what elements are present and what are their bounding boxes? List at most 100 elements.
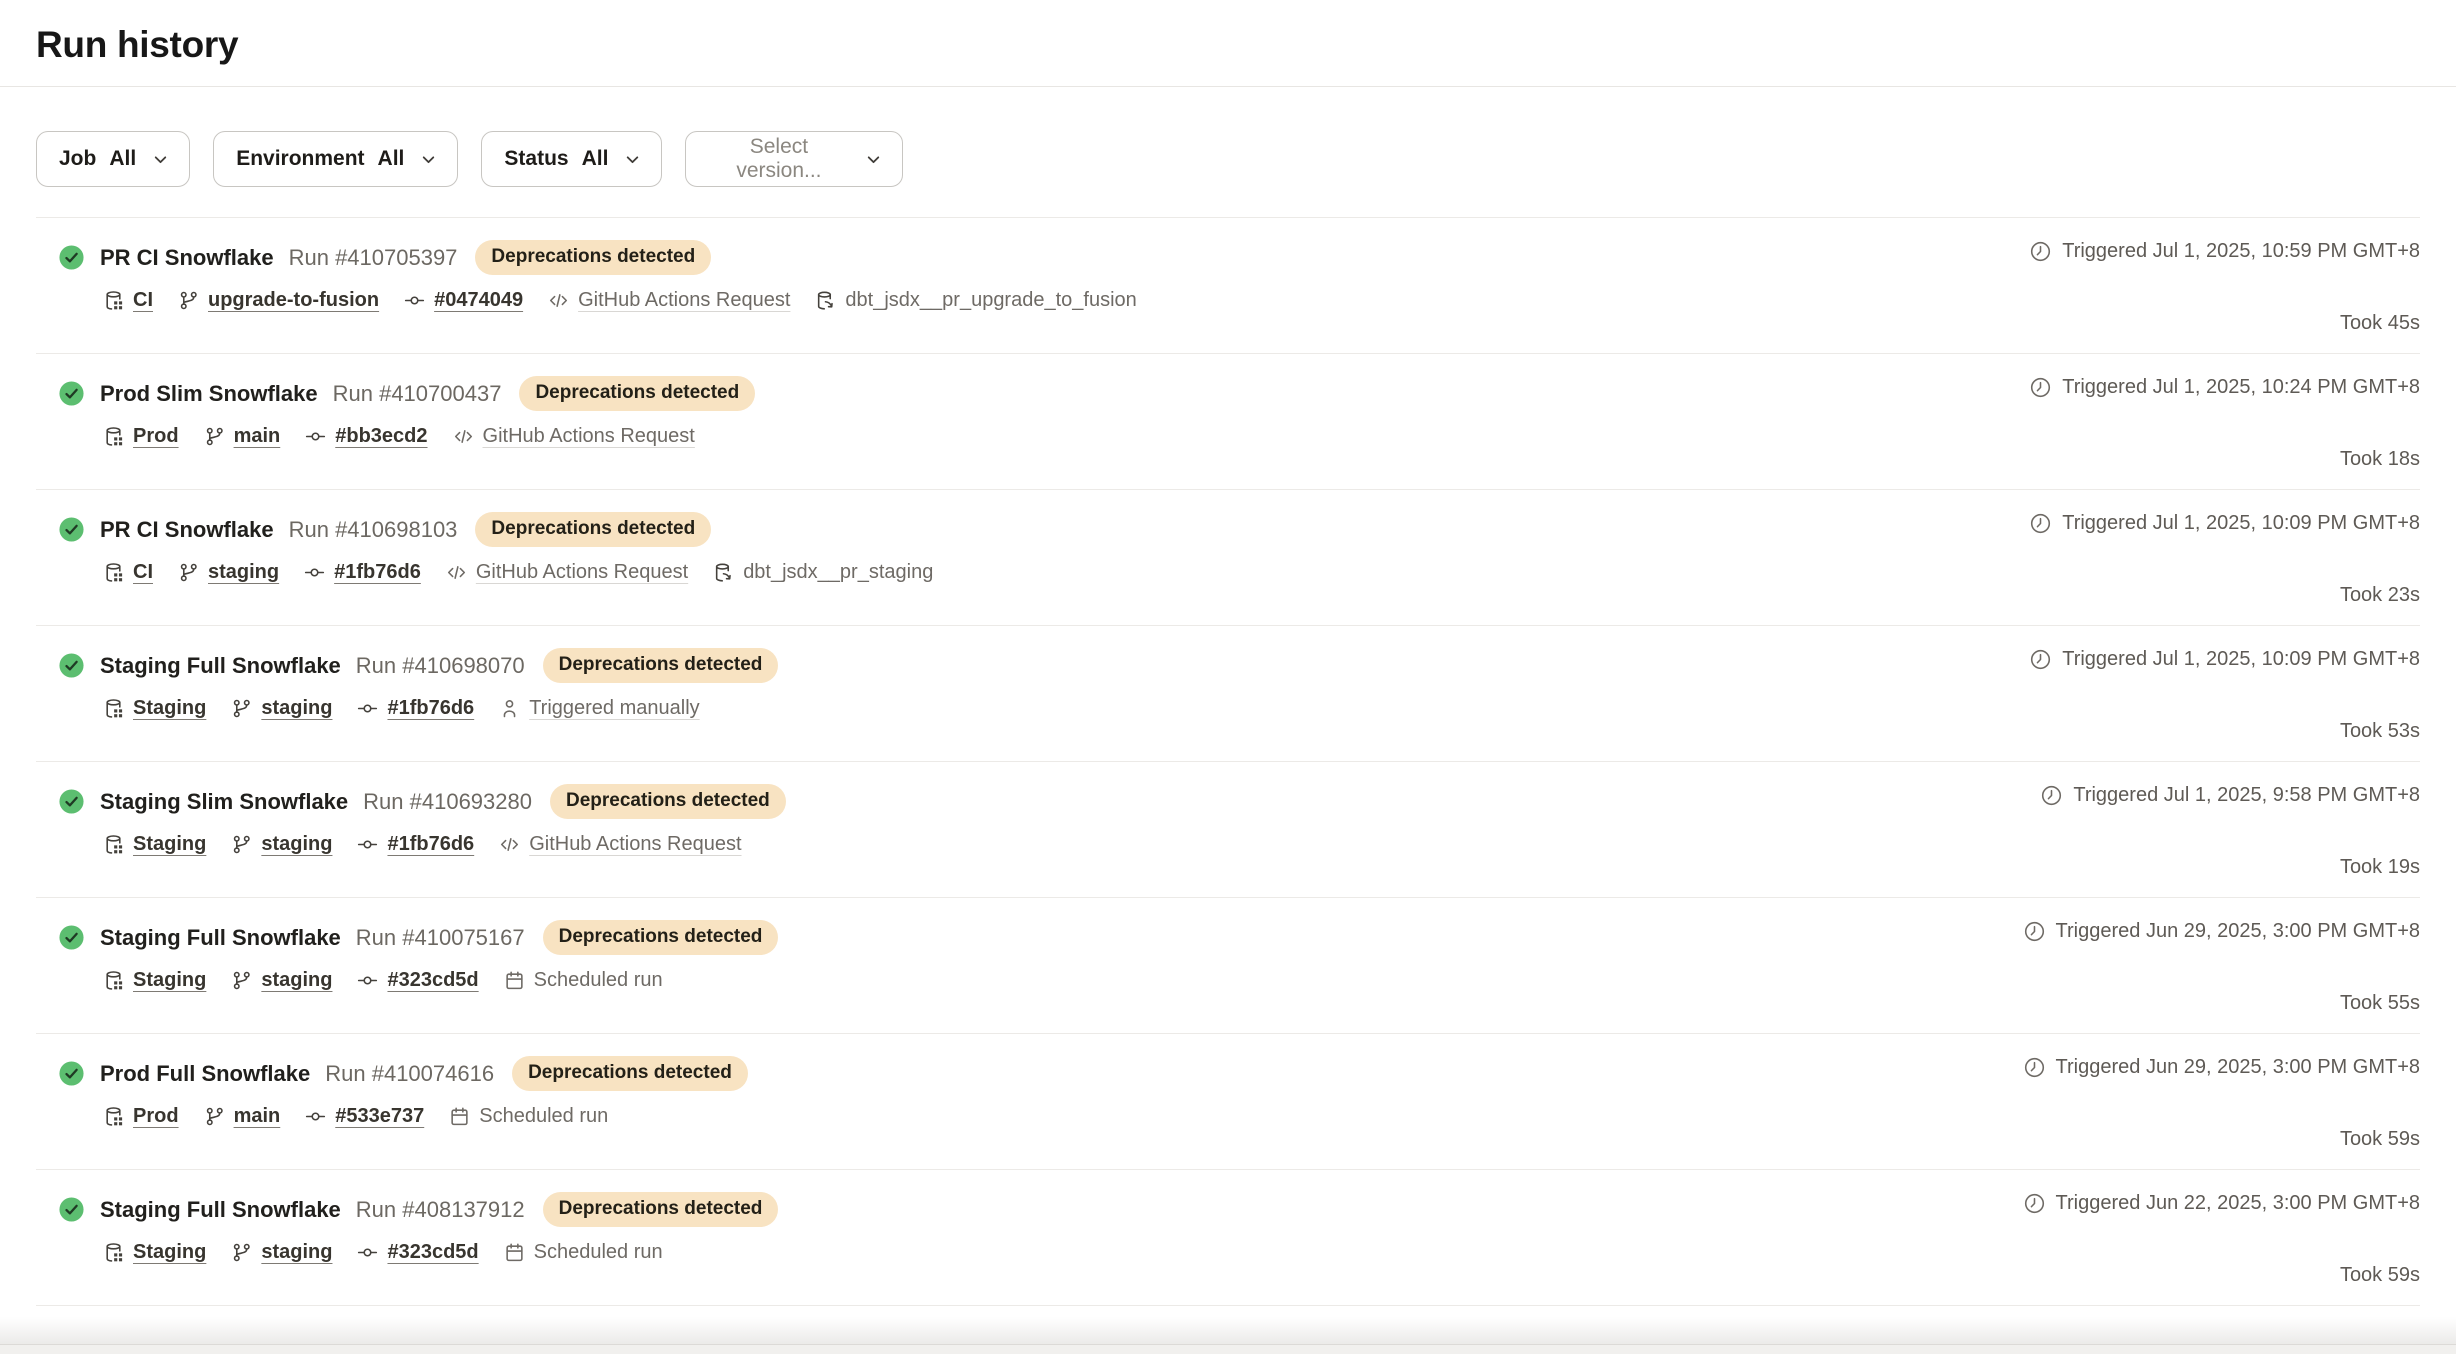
branch-icon: [231, 970, 252, 991]
run-environment-link[interactable]: Staging: [103, 697, 206, 720]
run-commit-label: #1fb76d6: [387, 697, 474, 720]
run-meta-line: Prod main: [103, 1105, 748, 1128]
run-branch-link[interactable]: upgrade-to-fusion: [178, 289, 379, 312]
run-triggered-line: Triggered Jun 22, 2025, 3:00 PM GMT+8: [2023, 1192, 2420, 1215]
job-filter-dropdown[interactable]: Job All: [36, 131, 190, 187]
status-filter-dropdown[interactable]: Status All: [481, 131, 662, 187]
run-triggered-label: Triggered Jul 1, 2025, 10:59 PM GMT+8: [2062, 240, 2420, 263]
run-meta-line: Staging staging: [103, 697, 778, 720]
run-trigger[interactable]: Scheduled run: [504, 969, 663, 992]
run-row[interactable]: PR CI Snowflake Run #410705397 Deprecati…: [36, 218, 2420, 354]
run-schema-label: dbt_jsdx__pr_staging: [743, 561, 933, 584]
code-icon: [446, 562, 467, 583]
run-timing: Triggered Jul 1, 2025, 10:59 PM GMT+8 To…: [2029, 240, 2420, 337]
run-job-name[interactable]: Prod Slim Snowflake: [100, 381, 318, 407]
run-commit-link[interactable]: #1fb76d6: [304, 561, 421, 584]
run-environment-link[interactable]: Prod: [103, 425, 179, 448]
run-job-name[interactable]: Staging Full Snowflake: [100, 653, 341, 679]
run-commit-link[interactable]: #0474049: [404, 289, 523, 312]
schema-icon: [713, 562, 734, 583]
run-number: Run #410693280: [363, 789, 532, 815]
run-job-name[interactable]: Staging Full Snowflake: [100, 1197, 341, 1223]
run-trigger[interactable]: Scheduled run: [449, 1105, 608, 1128]
run-branch-link[interactable]: staging: [231, 969, 332, 992]
run-row-main: Staging Full Snowflake Run #410075167 De…: [36, 920, 778, 1017]
run-branch-label: staging: [261, 697, 332, 720]
run-branch-link[interactable]: staging: [231, 1241, 332, 1264]
run-environment-link[interactable]: Staging: [103, 1241, 206, 1264]
run-trigger-label: Scheduled run: [534, 1241, 663, 1264]
run-branch-link[interactable]: staging: [178, 561, 279, 584]
scroll-fade: [0, 1317, 2456, 1345]
run-number: Run #408137912: [356, 1197, 525, 1223]
run-branch-link[interactable]: staging: [231, 697, 332, 720]
run-row[interactable]: Staging Full Snowflake Run #408137912 De…: [36, 1170, 2420, 1306]
run-title-line: Staging Full Snowflake Run #410698070 De…: [58, 648, 778, 683]
run-commit-label: #0474049: [434, 289, 523, 312]
run-commit-link[interactable]: #533e737: [305, 1105, 424, 1128]
code-icon: [548, 290, 569, 311]
run-branch-link[interactable]: main: [204, 1105, 281, 1128]
run-triggered-line: Triggered Jul 1, 2025, 10:09 PM GMT+8: [2029, 512, 2420, 535]
run-triggered-line: Triggered Jul 1, 2025, 10:09 PM GMT+8: [2029, 648, 2420, 671]
run-number: Run #410698103: [289, 517, 458, 543]
environment-filter-dropdown[interactable]: Environment All: [213, 131, 458, 187]
run-environment-link[interactable]: CI: [103, 289, 153, 312]
run-row[interactable]: Staging Full Snowflake Run #410698070 De…: [36, 626, 2420, 762]
version-filter-dropdown[interactable]: Select version...: [685, 131, 903, 187]
run-environment-label: CI: [133, 289, 153, 312]
run-job-name[interactable]: PR CI Snowflake: [100, 517, 274, 543]
run-row[interactable]: Prod Full Snowflake Run #410074616 Depre…: [36, 1034, 2420, 1170]
run-job-name[interactable]: PR CI Snowflake: [100, 245, 274, 271]
run-trigger[interactable]: GitHub Actions Request: [499, 833, 741, 856]
branch-icon: [204, 426, 225, 447]
commit-icon: [404, 290, 425, 311]
run-branch-link[interactable]: staging: [231, 833, 332, 856]
run-triggered-line: Triggered Jul 1, 2025, 9:58 PM GMT+8: [2040, 784, 2420, 807]
calendar-icon: [504, 970, 525, 991]
branch-icon: [231, 834, 252, 855]
run-row[interactable]: Prod Slim Snowflake Run #410700437 Depre…: [36, 354, 2420, 490]
run-trigger-label: GitHub Actions Request: [476, 561, 688, 584]
run-branch-label: upgrade-to-fusion: [208, 289, 379, 312]
run-success-icon: [58, 380, 85, 407]
run-trigger[interactable]: Scheduled run: [504, 1241, 663, 1264]
run-environment-label: Staging: [133, 1241, 206, 1264]
version-filter-placeholder: Select version...: [708, 135, 849, 183]
code-icon: [453, 426, 474, 447]
run-list: PR CI Snowflake Run #410705397 Deprecati…: [36, 217, 2420, 1306]
run-job-name[interactable]: Staging Full Snowflake: [100, 925, 341, 951]
run-trigger[interactable]: GitHub Actions Request: [446, 561, 688, 584]
chevron-down-icon: [624, 151, 641, 168]
run-commit-label: #1fb76d6: [334, 561, 421, 584]
run-commit-link[interactable]: #323cd5d: [357, 969, 478, 992]
run-job-name[interactable]: Staging Slim Snowflake: [100, 789, 348, 815]
run-meta-line: Staging staging: [103, 833, 786, 856]
environment-filter-label: Environment: [236, 147, 364, 171]
run-commit-label: #bb3ecd2: [335, 425, 427, 448]
run-row[interactable]: PR CI Snowflake Run #410698103 Deprecati…: [36, 490, 2420, 626]
run-branch-label: staging: [261, 969, 332, 992]
run-commit-link[interactable]: #bb3ecd2: [305, 425, 427, 448]
run-environment-link[interactable]: Staging: [103, 969, 206, 992]
run-trigger[interactable]: GitHub Actions Request: [453, 425, 695, 448]
run-commit-link[interactable]: #323cd5d: [357, 1241, 478, 1264]
run-job-name[interactable]: Prod Full Snowflake: [100, 1061, 310, 1087]
run-commit-link[interactable]: #1fb76d6: [357, 833, 474, 856]
schema-icon: [815, 290, 836, 311]
run-environment-link[interactable]: Staging: [103, 833, 206, 856]
run-row-main: PR CI Snowflake Run #410698103 Deprecati…: [36, 512, 933, 609]
run-commit-link[interactable]: #1fb76d6: [357, 697, 474, 720]
run-trigger[interactable]: Triggered manually: [499, 697, 699, 720]
run-schema-item: dbt_jsdx__pr_staging: [713, 561, 933, 584]
run-environment-label: Prod: [133, 425, 179, 448]
run-trigger-label: GitHub Actions Request: [483, 425, 695, 448]
run-triggered-label: Triggered Jun 29, 2025, 3:00 PM GMT+8: [2056, 920, 2420, 943]
run-environment-link[interactable]: CI: [103, 561, 153, 584]
run-environment-link[interactable]: Prod: [103, 1105, 179, 1128]
run-row[interactable]: Staging Slim Snowflake Run #410693280 De…: [36, 762, 2420, 898]
run-row[interactable]: Staging Full Snowflake Run #410075167 De…: [36, 898, 2420, 1034]
run-trigger[interactable]: GitHub Actions Request: [548, 289, 790, 312]
run-commit-label: #323cd5d: [387, 969, 478, 992]
run-branch-link[interactable]: main: [204, 425, 281, 448]
